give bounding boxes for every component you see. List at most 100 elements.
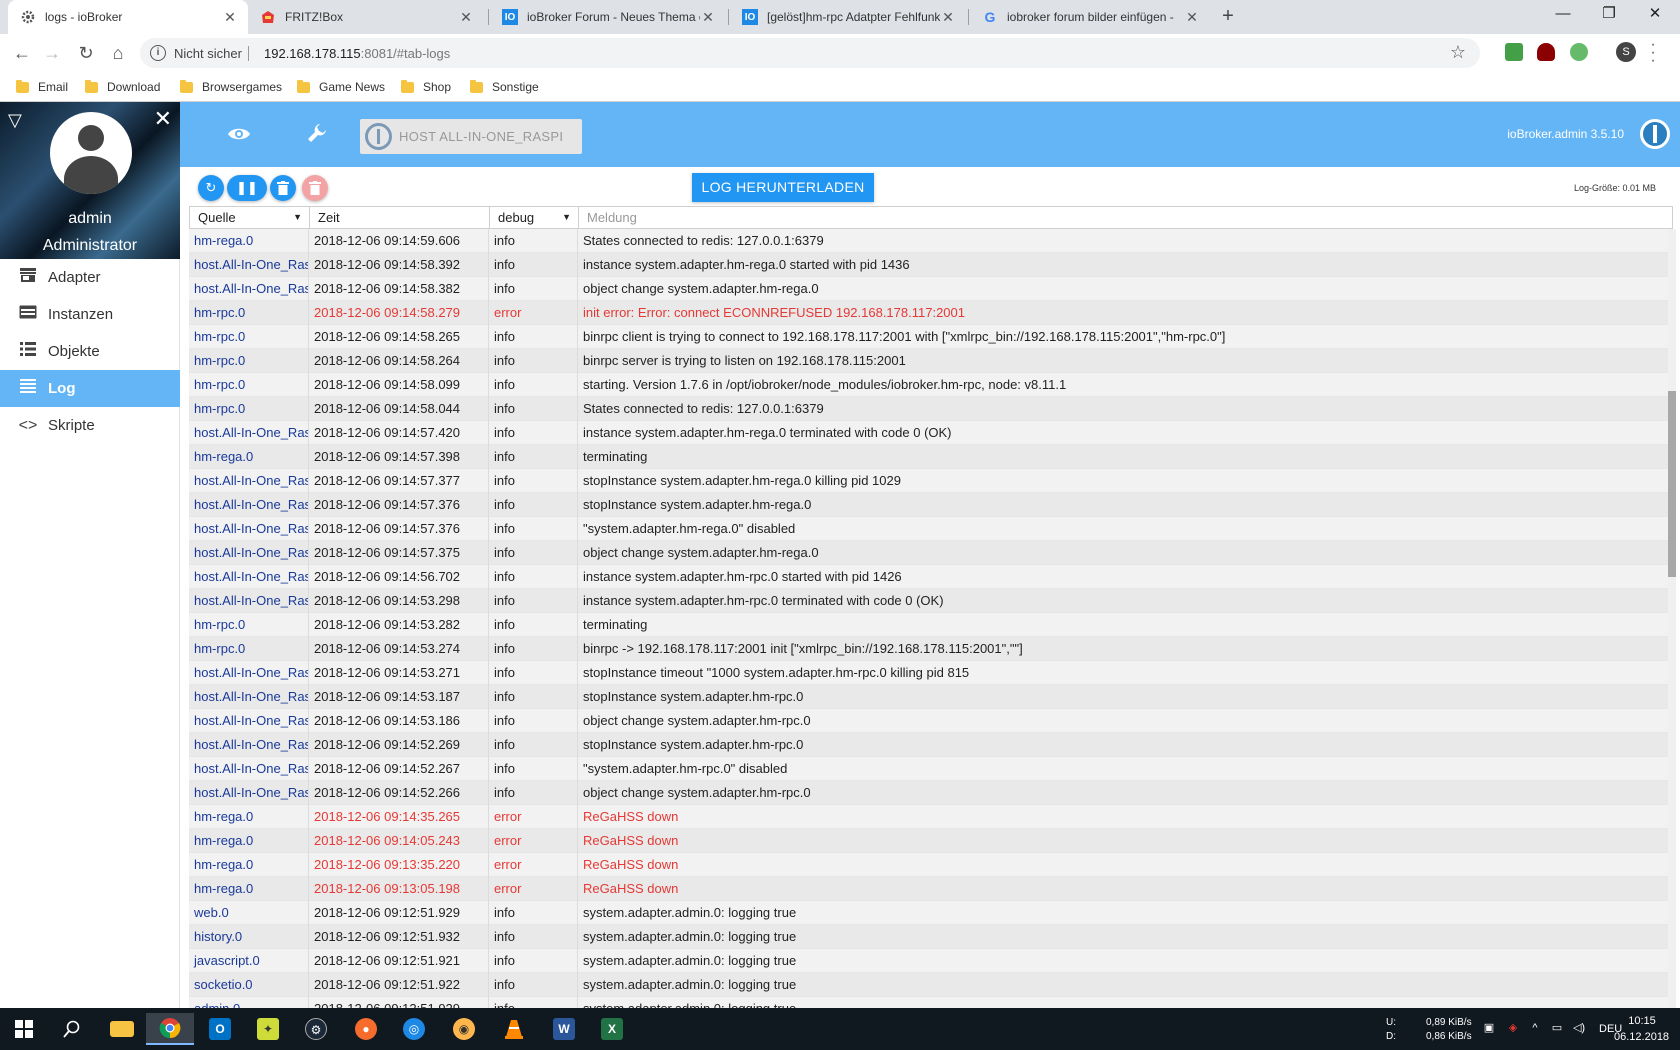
taskbar-origin[interactable]: ● — [342, 1013, 390, 1045]
sidebar-item-log[interactable]: Log — [0, 370, 180, 407]
url-text[interactable]: 192.168.178.115:8081/#tab-logs — [264, 46, 450, 61]
clear-log-button[interactable] — [270, 175, 296, 201]
bookmark-sonstige[interactable]: Sonstige — [470, 78, 539, 96]
wrench-icon[interactable] — [304, 122, 330, 148]
download-log-button[interactable]: LOG HERUNTERLADEN — [692, 173, 874, 202]
home-button[interactable]: ⌂ — [106, 41, 130, 65]
bookmark-email[interactable]: Email — [16, 78, 68, 96]
extension-feed-icon[interactable] — [1505, 43, 1523, 61]
minimize-window-button[interactable]: — — [1540, 0, 1586, 30]
info-icon[interactable]: i — [150, 45, 166, 61]
browser-tab-forum-hm-rpc[interactable]: IO [gelöst]hm-rpc Adatpter Fehlfunk ✕ — [730, 0, 966, 34]
pause-button[interactable]: ❚❚ — [227, 175, 267, 201]
log-scrollbar[interactable] — [1668, 229, 1676, 1008]
taskbar-excel[interactable]: X — [588, 1013, 636, 1045]
browser-tab-google-search[interactable]: G iobroker forum bilder einfügen - ✕ — [970, 0, 1210, 34]
table-row: host.All-In-One_Ras 2018-12-06 09:14:57.3… — [189, 469, 1673, 493]
sidebar-item-objekte[interactable]: Objekte — [0, 333, 180, 370]
taskbar-steam[interactable]: ⚙ — [292, 1013, 340, 1045]
taskbar-file-explorer[interactable] — [98, 1013, 146, 1045]
sidebar-item-skripte[interactable]: <> Skripte — [0, 407, 180, 444]
menu-toggle-icon[interactable]: ▽ — [8, 110, 28, 130]
windows-start-button[interactable] — [0, 1013, 48, 1045]
browser-tab-forum-new-topic[interactable]: IO ioBroker Forum - Neues Thema e ✕ — [490, 0, 726, 34]
network-icon[interactable]: ▭ — [1550, 1021, 1564, 1035]
ublock-icon[interactable] — [1537, 43, 1555, 61]
host-selector[interactable]: HOST ALL-IN-ONE_RASPI — [360, 119, 582, 154]
bookmark-game-news[interactable]: Game News — [297, 78, 385, 96]
table-row: hm-rpc.0 2018-12-06 09:14:58.265 info binrp… — [189, 325, 1673, 349]
search-button[interactable] — [48, 1013, 96, 1045]
table-row: host.All-In-One_Ras 2018-12-06 09:14:52.2… — [189, 781, 1673, 805]
bookmark-download[interactable]: Download — [85, 78, 160, 96]
chevron-up-icon[interactable]: ^ — [1528, 1021, 1542, 1035]
profile-avatar[interactable]: S — [1616, 42, 1636, 62]
source-filter-select[interactable]: Quelle ▼ — [190, 207, 310, 228]
taskbar-word[interactable]: W — [540, 1013, 588, 1045]
log-severity: info — [489, 709, 578, 733]
sidebar-item-instanzen[interactable]: Instanzen — [0, 296, 180, 333]
taskbar-outlook[interactable]: O — [196, 1013, 244, 1045]
clock-time[interactable]: 10:15 — [1626, 1015, 1658, 1027]
restore-window-button[interactable]: ❐ — [1586, 0, 1632, 30]
volume-icon[interactable]: ◁) — [1572, 1021, 1586, 1035]
close-icon[interactable]: ✕ — [458, 9, 474, 26]
severity-filter-select[interactable]: debug ▼ — [490, 207, 579, 228]
browser-tab-fritzbox[interactable]: FRITZ!Box ✕ — [248, 0, 484, 34]
taskbar-chrome[interactable] — [146, 1013, 194, 1045]
bookmark-shop[interactable]: Shop — [401, 78, 451, 96]
extension-tools-icon[interactable] — [1570, 43, 1588, 61]
log-severity: info — [489, 661, 578, 685]
bookmark-star-icon[interactable]: ☆ — [1450, 42, 1466, 63]
browser-menu-icon[interactable]: · · · — [1648, 37, 1658, 69]
log-message: system.adapter.admin.0: logging true — [583, 977, 797, 992]
new-tab-button[interactable]: + — [1216, 5, 1240, 29]
log-severity: info — [489, 397, 578, 421]
taskbar-uplay[interactable]: ◎ — [390, 1013, 438, 1045]
delete-log-file-button[interactable] — [302, 175, 328, 201]
taskbar-app-yellow[interactable]: ✦ — [244, 1013, 292, 1045]
eye-icon[interactable] — [226, 122, 252, 148]
close-icon[interactable]: ✕ — [700, 9, 716, 26]
bookmark-browsergames[interactable]: Browsergames — [180, 78, 282, 96]
message-filter-input[interactable]: Meldung — [579, 207, 1672, 228]
log-toolbar: ↻ ❚❚ LOG HERUNTERLADEN Log-Größe: 0.01 M… — [180, 167, 1680, 205]
reload-button[interactable]: ↻ — [74, 41, 98, 65]
log-source: host.All-In-One_Ras — [189, 709, 309, 733]
taskbar-app-orange[interactable]: ◉ — [440, 1013, 488, 1045]
taskbar-vlc[interactable] — [490, 1013, 538, 1045]
close-icon[interactable]: ✕ — [154, 108, 172, 130]
browser-toolbar: ← → ↻ ⌂ i Nicht sicher 192.168.178.115:8… — [0, 34, 1680, 72]
scrollbar-thumb[interactable] — [1668, 391, 1676, 577]
log-time: 2018-12-06 09:14:53.271 — [309, 661, 489, 685]
net-up-value: 0,89 KiB/s — [1426, 1017, 1472, 1028]
close-icon[interactable]: ✕ — [940, 9, 956, 26]
sidebar-item-adapter[interactable]: Adapter — [0, 259, 180, 296]
close-window-button[interactable]: ✕ — [1632, 0, 1678, 30]
clock-date[interactable]: 06.12.2018 — [1614, 1031, 1669, 1043]
tab-title: ioBroker Forum - Neues Thema e — [527, 10, 700, 24]
close-icon[interactable]: ✕ — [222, 9, 238, 26]
table-row: host.All-In-One_Ras 2018-12-06 09:14:52.2… — [189, 733, 1673, 757]
close-icon[interactable]: ✕ — [1184, 9, 1200, 26]
log-message: terminating — [583, 617, 648, 632]
table-row: host.All-In-One_Ras 2018-12-06 09:14:53.2… — [189, 661, 1673, 685]
vlc-icon — [505, 1020, 523, 1039]
log-severity: info — [489, 493, 578, 517]
forward-button[interactable]: → — [40, 41, 64, 65]
log-time: 2018-12-06 09:14:56.702 — [309, 565, 489, 589]
refresh-button[interactable]: ↻ — [198, 175, 224, 201]
list-icon — [18, 342, 38, 361]
tray-app-icon[interactable]: ▣ — [1482, 1021, 1496, 1035]
tray-shield-icon[interactable]: ◈ — [1506, 1021, 1520, 1035]
back-button[interactable]: ← — [10, 41, 34, 65]
word-icon: W — [553, 1018, 575, 1040]
browser-tab-logs[interactable]: logs - ioBroker ✕ — [8, 0, 248, 34]
log-source: host.All-In-One_Ras — [189, 589, 309, 613]
gear-icon — [20, 9, 36, 25]
log-severity: error — [489, 829, 578, 853]
user-role: Administrator — [42, 237, 138, 254]
time-filter-input[interactable]: Zeit — [310, 207, 490, 228]
sidebar-user-panel: ▽ ✕ admin Administrator — [0, 102, 180, 259]
address-bar[interactable]: i Nicht sicher 192.168.178.115:8081/#tab… — [140, 38, 1480, 68]
